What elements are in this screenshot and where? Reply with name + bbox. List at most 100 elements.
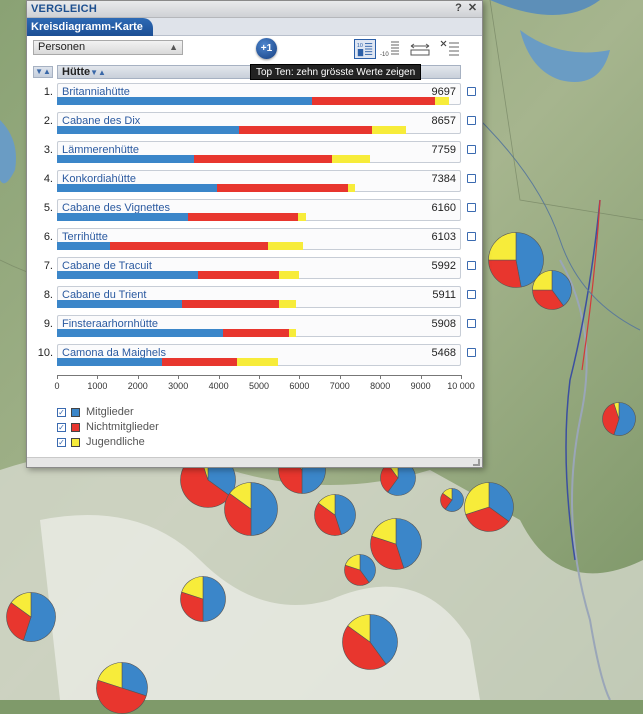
- legend-label: Mitglieder: [86, 406, 134, 418]
- rank-label: 8.: [43, 289, 53, 301]
- help-button[interactable]: ?: [452, 2, 465, 15]
- table-row: 5. Cabane des Vignettes 6160: [31, 199, 481, 221]
- table-row: 6. Terrihütte 6103: [31, 228, 481, 250]
- stacked-bar: [57, 126, 461, 135]
- bar-nichtmitglieder: [194, 155, 332, 163]
- bar-nichtmitglieder: [188, 213, 299, 221]
- rank-label: 1.: [43, 86, 53, 98]
- x-tick-label: 5000: [248, 381, 270, 391]
- row-checkbox[interactable]: [467, 232, 476, 241]
- rank-label: 7.: [43, 260, 53, 272]
- pie-slice-nichtmitglieder: [488, 259, 522, 288]
- map-pie-chart[interactable]: [370, 518, 422, 570]
- bottom10-icon[interactable]: -10: [379, 39, 401, 59]
- chevron-up-icon: ▲: [169, 42, 178, 52]
- map-pie-chart[interactable]: [344, 554, 376, 586]
- map-pie-chart[interactable]: [314, 494, 356, 536]
- x-tick: [57, 375, 58, 379]
- x-tick-label: 6000: [289, 381, 310, 391]
- variable-select[interactable]: Personen ▲: [33, 40, 183, 55]
- legend-swatch-jugendliche: [71, 438, 80, 447]
- map-pie-chart[interactable]: [464, 482, 514, 532]
- row-checkbox[interactable]: [467, 290, 476, 299]
- resize-grip-icon[interactable]: [473, 459, 480, 466]
- legend-swatch-mitglieder: [71, 408, 80, 417]
- x-tick: [299, 375, 301, 379]
- rank-sort-button[interactable]: ▼▲: [33, 66, 53, 78]
- map-pie-chart[interactable]: [96, 662, 148, 714]
- top10-icon[interactable]: 10: [354, 39, 376, 59]
- bar-mitglieder: [57, 271, 199, 279]
- rank-label: 5.: [43, 202, 53, 214]
- legend-checkbox-mitglieder[interactable]: ✓: [57, 408, 66, 417]
- legend-swatch-nichtmitglieder: [71, 423, 80, 432]
- map-pie-chart[interactable]: [180, 576, 226, 622]
- bar-jugendliche: [279, 300, 296, 308]
- bar-mitglieder: [57, 97, 312, 105]
- bar-nichtmitglieder: [238, 126, 373, 134]
- stacked-bar: [57, 358, 461, 367]
- status-bar: [27, 457, 482, 467]
- svg-text:-10: -10: [380, 52, 389, 58]
- map-pie-chart[interactable]: [440, 488, 464, 512]
- stacked-bar: [57, 97, 461, 106]
- bar-jugendliche: [279, 271, 299, 279]
- stacked-bar: [57, 242, 461, 251]
- x-tick-label: 4000: [208, 381, 229, 391]
- row-checkbox[interactable]: [467, 116, 476, 125]
- bar-mitglieder: [57, 329, 223, 337]
- table-row: 2. Cabane des Dix 8657: [31, 112, 481, 134]
- stacked-bar: [57, 300, 461, 309]
- legend-item-jugendliche: ✓ Jugendliche: [57, 436, 257, 451]
- x-tick: [218, 375, 220, 379]
- table-row: 10. Camona da Maighels 5468: [31, 344, 481, 366]
- row-checkbox[interactable]: [467, 203, 476, 212]
- stacked-bar: [57, 184, 461, 193]
- title-bar[interactable]: VERGLEICH ? ✕: [27, 1, 482, 18]
- map-pie-chart[interactable]: [224, 482, 278, 536]
- row-checkbox[interactable]: [467, 348, 476, 357]
- x-tick-label: 0: [54, 381, 60, 391]
- map-pie-chart[interactable]: [342, 614, 398, 670]
- bar-nichtmitglieder: [222, 329, 290, 337]
- table-row: 4. Konkordiahütte 7384: [31, 170, 481, 192]
- map-pie-chart[interactable]: [6, 592, 56, 642]
- x-tick-label: 10 000: [447, 381, 475, 391]
- legend-item-nichtmitglieder: ✓ Nichtmitglieder: [57, 421, 257, 436]
- row-checkbox[interactable]: [467, 261, 476, 270]
- legend-checkbox-nichtmitglieder[interactable]: ✓: [57, 423, 66, 432]
- bar-jugendliche: [289, 329, 296, 337]
- legend-checkbox-jugendliche[interactable]: ✓: [57, 438, 66, 447]
- x-tick: [461, 375, 462, 379]
- bar-jugendliche: [434, 97, 449, 105]
- tab-pie-chart-map[interactable]: Kreisdiagramm-Karte: [27, 18, 153, 36]
- map-pie-chart[interactable]: [602, 402, 636, 436]
- row-checkbox[interactable]: [467, 319, 476, 328]
- map-pie-chart[interactable]: [532, 270, 572, 310]
- add-one-button[interactable]: +1: [256, 38, 277, 59]
- row-checkbox[interactable]: [467, 145, 476, 154]
- legend-item-mitglieder: ✓ Mitglieder: [57, 406, 257, 421]
- row-checkbox[interactable]: [467, 174, 476, 183]
- column-width-icon[interactable]: [409, 39, 431, 59]
- rank-label: 3.: [43, 144, 53, 156]
- x-tick: [97, 375, 99, 379]
- x-tick: [259, 375, 260, 379]
- tooltip: Top Ten: zehn grösste Werte zeigen: [250, 64, 422, 80]
- bar-jugendliche: [331, 155, 371, 163]
- x-tick-label: 3000: [168, 381, 189, 391]
- x-tick: [137, 375, 139, 379]
- bar-nichtmitglieder: [216, 184, 348, 192]
- bar-mitglieder: [57, 184, 217, 192]
- rank-label: 10.: [37, 347, 53, 359]
- row-checkbox[interactable]: [467, 87, 476, 96]
- x-tick-label: 8000: [370, 381, 391, 391]
- remove-list-icon[interactable]: [439, 39, 461, 59]
- window-title: VERGLEICH: [31, 3, 97, 15]
- close-button[interactable]: ✕: [466, 2, 479, 15]
- table-row: 1. Britanniahütte 9697: [31, 83, 481, 105]
- bar-jugendliche: [298, 213, 306, 221]
- pie-slice-jugendliche: [488, 232, 517, 261]
- x-tick: [420, 375, 422, 379]
- x-tick: [339, 375, 341, 379]
